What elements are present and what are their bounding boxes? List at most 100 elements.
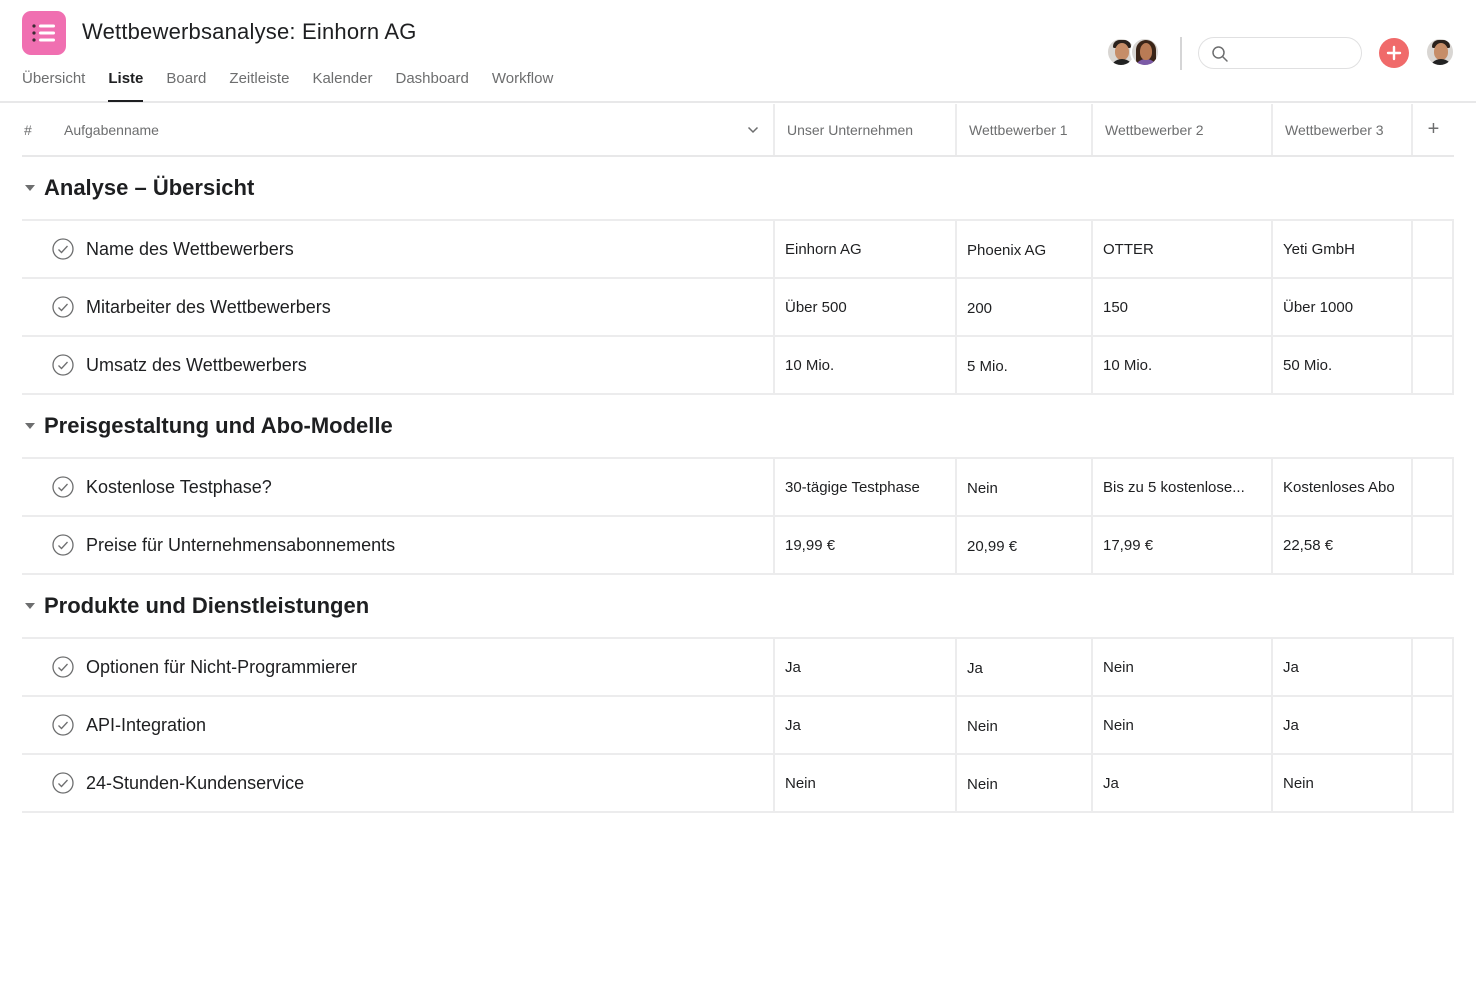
cell-empty [1413, 697, 1454, 753]
cell-unser-unternehmen[interactable]: Über 500 [775, 279, 957, 335]
cell-wettbewerber-3[interactable]: Yeti GmbH [1273, 221, 1413, 277]
tab-kalender[interactable]: Kalender [312, 70, 372, 102]
task-row[interactable]: Name des Wettbewerbers Einhorn AG Phoeni… [22, 221, 1454, 279]
cell-empty [1413, 517, 1454, 573]
header-divider [1180, 37, 1182, 70]
member-avatar[interactable] [1130, 37, 1160, 67]
cell-wettbewerber-1[interactable]: 200 [957, 279, 1093, 335]
column-header-taskname-label: Aufgabenname [64, 121, 159, 138]
task-row[interactable]: Mitarbeiter des Wettbewerbers Über 500 2… [22, 279, 1454, 337]
cell-unser-unternehmen[interactable]: Nein [775, 755, 957, 811]
add-column-button[interactable]: + [1413, 104, 1454, 155]
tab-uebersicht[interactable]: Übersicht [22, 70, 85, 102]
cell-wettbewerber-3[interactable]: Kostenloses Abo [1273, 459, 1413, 515]
check-circle-icon[interactable] [52, 656, 74, 678]
collapse-caret-icon[interactable] [22, 422, 44, 430]
tab-zeitleiste[interactable]: Zeitleiste [229, 70, 289, 102]
sections-container: Analyse – Übersicht Name des Wettbewerbe… [22, 157, 1454, 813]
cell-wettbewerber-3[interactable]: Ja [1273, 639, 1413, 695]
tab-dashboard[interactable]: Dashboard [395, 70, 468, 102]
section-title[interactable]: Preisgestaltung und Abo-Modelle [44, 413, 393, 439]
cell-wettbewerber-1[interactable]: Ja [957, 639, 1093, 695]
project-list-icon [22, 11, 66, 55]
cell-wettbewerber-1[interactable]: 5 Mio. [957, 337, 1093, 393]
task-row[interactable]: 24-Stunden-Kundenservice Nein Nein Ja Ne… [22, 755, 1454, 813]
check-circle-icon[interactable] [52, 476, 74, 498]
column-header-wettbewerber-3[interactable]: Wettbewerber 3 [1273, 104, 1413, 155]
tab-board[interactable]: Board [166, 70, 206, 102]
cell-wettbewerber-3[interactable]: Ja [1273, 697, 1413, 753]
collapse-caret-icon[interactable] [22, 184, 44, 192]
task-name-cell[interactable]: 24-Stunden-Kundenservice [22, 755, 775, 811]
task-name-cell[interactable]: Preise für Unternehmensabonnements [22, 517, 775, 573]
cell-wettbewerber-2[interactable]: Bis zu 5 kostenlose... [1093, 459, 1273, 515]
column-header-row: # Aufgabenname Unser Unternehmen Wettbew… [22, 104, 1454, 157]
cell-wettbewerber-2[interactable]: Nein [1093, 639, 1273, 695]
column-header-wettbewerber-2[interactable]: Wettbewerber 2 [1093, 104, 1273, 155]
quick-add-button[interactable] [1379, 38, 1409, 68]
check-circle-icon[interactable] [52, 772, 74, 794]
cell-wettbewerber-2[interactable]: OTTER [1093, 221, 1273, 277]
check-circle-icon[interactable] [52, 354, 74, 376]
check-circle-icon[interactable] [52, 238, 74, 260]
plus-icon [1386, 45, 1402, 61]
cell-unser-unternehmen[interactable]: 30-tägige Testphase [775, 459, 957, 515]
column-header-taskname[interactable]: Aufgabenname [64, 104, 775, 155]
cell-unser-unternehmen[interactable]: Einhorn AG [775, 221, 957, 277]
cell-wettbewerber-3[interactable]: 22,58 € [1273, 517, 1413, 573]
task-table: # Aufgabenname Unser Unternehmen Wettbew… [22, 104, 1454, 813]
task-name-cell[interactable]: Name des Wettbewerbers [22, 221, 775, 277]
cell-wettbewerber-3[interactable]: 50 Mio. [1273, 337, 1413, 393]
cell-wettbewerber-1[interactable]: Phoenix AG [957, 221, 1093, 277]
cell-wettbewerber-1[interactable]: Nein [957, 755, 1093, 811]
task-name: API-Integration [86, 714, 207, 735]
chevron-down-icon[interactable] [747, 126, 759, 134]
task-name-cell[interactable]: Umsatz des Wettbewerbers [22, 337, 775, 393]
project-header: Wettbewerbsanalyse: Einhorn AG Übersicht… [0, 0, 1476, 103]
tab-workflow[interactable]: Workflow [492, 70, 553, 102]
check-circle-icon[interactable] [52, 714, 74, 736]
cell-wettbewerber-3[interactable]: Über 1000 [1273, 279, 1413, 335]
user-avatar[interactable] [1425, 37, 1455, 67]
column-header-wettbewerber-1[interactable]: Wettbewerber 1 [957, 104, 1093, 155]
check-circle-icon[interactable] [52, 534, 74, 556]
section-header: Preisgestaltung und Abo-Modelle [22, 395, 1454, 459]
task-row[interactable]: Optionen für Nicht-Programmierer Ja Ja N… [22, 639, 1454, 697]
search-box[interactable] [1198, 37, 1362, 69]
task-name-cell[interactable]: Optionen für Nicht-Programmierer [22, 639, 775, 695]
task-name: Mitarbeiter des Wettbewerbers [86, 296, 331, 317]
task-name: Kostenlose Testphase? [86, 476, 272, 497]
column-header-unser-unternehmen[interactable]: Unser Unternehmen [775, 104, 957, 155]
task-row[interactable]: Preise für Unternehmensabonnements 19,99… [22, 517, 1454, 575]
task-row[interactable]: Kostenlose Testphase? 30-tägige Testphas… [22, 459, 1454, 517]
cell-wettbewerber-2[interactable]: Ja [1093, 755, 1273, 811]
cell-wettbewerber-2[interactable]: 150 [1093, 279, 1273, 335]
cell-unser-unternehmen[interactable]: 10 Mio. [775, 337, 957, 393]
task-row[interactable]: API-Integration Ja Nein Nein Ja [22, 697, 1454, 755]
search-input[interactable] [1233, 42, 1353, 64]
cell-unser-unternehmen[interactable]: Ja [775, 639, 957, 695]
task-name-cell[interactable]: API-Integration [22, 697, 775, 753]
tab-liste[interactable]: Liste [108, 70, 144, 102]
check-circle-icon[interactable] [52, 296, 74, 318]
cell-wettbewerber-2[interactable]: Nein [1093, 697, 1273, 753]
section-title[interactable]: Produkte und Dienstleistungen [44, 593, 369, 619]
cell-wettbewerber-3[interactable]: Nein [1273, 755, 1413, 811]
cell-wettbewerber-1[interactable]: 20,99 € [957, 517, 1093, 573]
cell-wettbewerber-1[interactable]: Nein [957, 459, 1093, 515]
task-name-cell[interactable]: Mitarbeiter des Wettbewerbers [22, 279, 775, 335]
section-title[interactable]: Analyse – Übersicht [44, 175, 254, 201]
cell-unser-unternehmen[interactable]: Ja [775, 697, 957, 753]
project-title: Wettbewerbsanalyse: Einhorn AG [82, 19, 417, 44]
task-row[interactable]: Umsatz des Wettbewerbers 10 Mio. 5 Mio. … [22, 337, 1454, 395]
cell-empty [1413, 337, 1454, 393]
cell-wettbewerber-1[interactable]: Nein [957, 697, 1093, 753]
cell-wettbewerber-2[interactable]: 17,99 € [1093, 517, 1273, 573]
task-name-cell[interactable]: Kostenlose Testphase? [22, 459, 775, 515]
cell-unser-unternehmen[interactable]: 19,99 € [775, 517, 957, 573]
collapse-caret-icon[interactable] [22, 602, 44, 610]
section-header: Analyse – Übersicht [22, 157, 1454, 221]
section-header: Produkte und Dienstleistungen [22, 575, 1454, 639]
list-icon [32, 24, 55, 42]
cell-wettbewerber-2[interactable]: 10 Mio. [1093, 337, 1273, 393]
